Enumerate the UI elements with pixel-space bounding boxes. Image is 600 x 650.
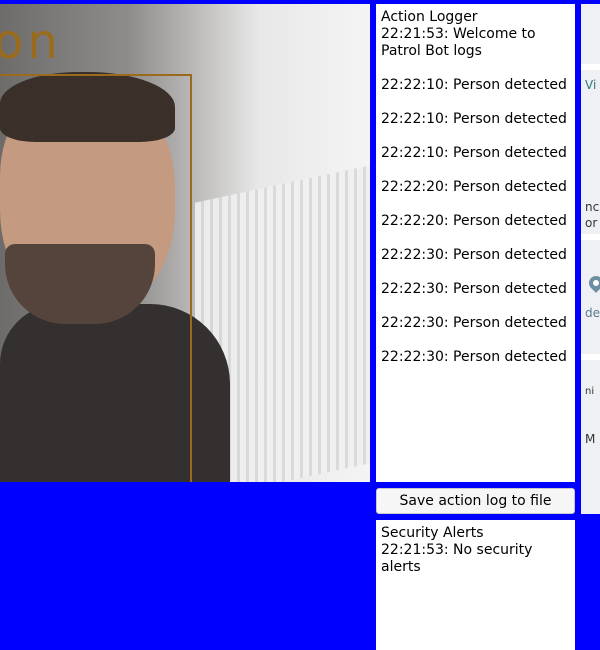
log-entry: 22:21:53: Welcome to Patrol Bot logs bbox=[381, 26, 536, 59]
map-road bbox=[581, 354, 600, 360]
log-entry: 22:22:10: Person detected bbox=[381, 145, 567, 161]
log-entry: 22:22:30: Person detected bbox=[381, 281, 567, 297]
detection-label: on bbox=[0, 14, 62, 70]
map-road bbox=[581, 64, 600, 70]
save-log-button[interactable]: Save action log to file bbox=[376, 488, 575, 514]
map-label: M bbox=[585, 432, 596, 446]
map-label: Vi bbox=[585, 78, 597, 92]
security-alerts-panel: Security Alerts 22:21:53: No security al… bbox=[376, 520, 575, 650]
map-label: de bbox=[585, 306, 600, 320]
log-entry: 22:22:10: Person detected bbox=[381, 77, 567, 93]
alert-entry: 22:21:53: No security alerts bbox=[381, 542, 533, 575]
action-logger-panel: Action Logger 22:21:53: Welcome to Patro… bbox=[376, 4, 575, 482]
action-logger-title: Action Logger bbox=[381, 9, 478, 25]
map-view[interactable]: Vi nc or de ni M bbox=[581, 4, 600, 514]
log-entry: 22:22:30: Person detected bbox=[381, 247, 567, 263]
map-label: or bbox=[585, 216, 598, 230]
log-entry: 22:22:20: Person detected bbox=[381, 179, 567, 195]
log-entry: 22:22:10: Person detected bbox=[381, 111, 567, 127]
map-label: nc bbox=[585, 200, 600, 214]
log-entry: 22:22:20: Person detected bbox=[381, 213, 567, 229]
camera-feed: on bbox=[0, 4, 370, 482]
log-entry: 22:22:30: Person detected bbox=[381, 349, 567, 365]
map-road bbox=[581, 234, 600, 240]
map-label: ni bbox=[585, 386, 595, 397]
security-alerts-title: Security Alerts bbox=[381, 525, 484, 541]
log-entry: 22:22:30: Person detected bbox=[381, 315, 567, 331]
detection-box bbox=[0, 74, 192, 482]
map-pin-icon[interactable] bbox=[586, 273, 600, 293]
